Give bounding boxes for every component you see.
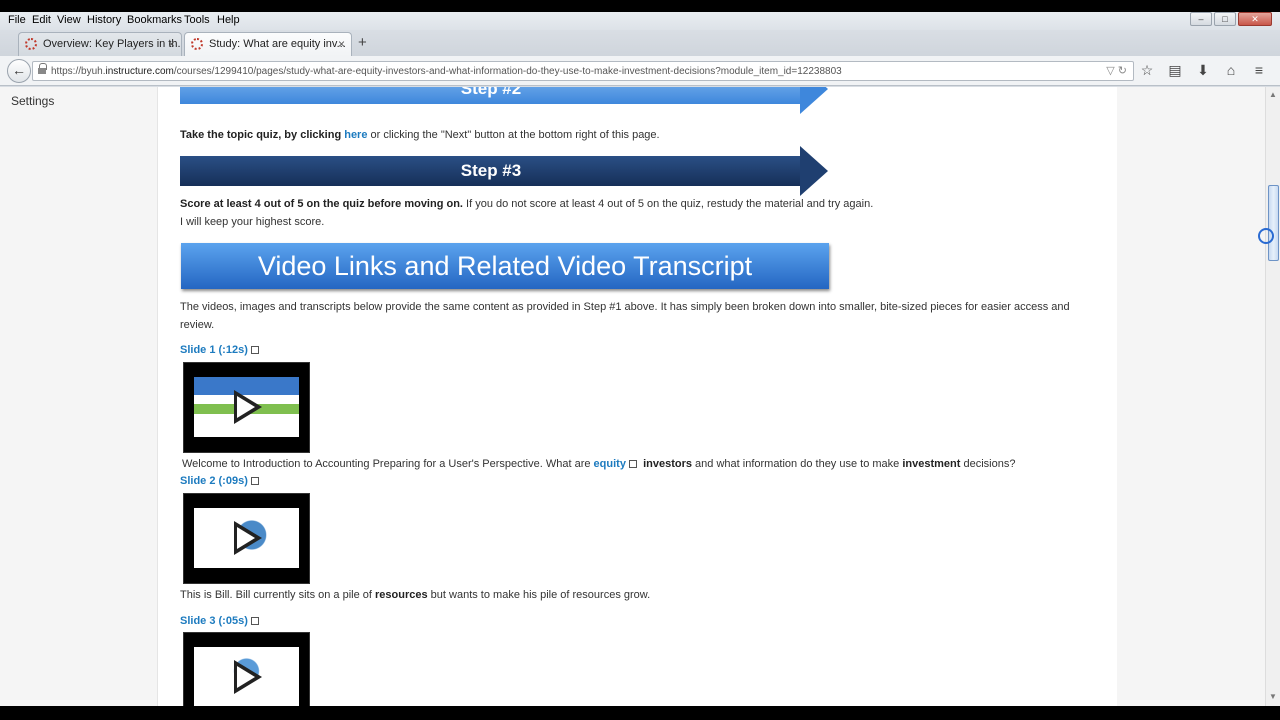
maximize-button[interactable]: □: [1214, 12, 1236, 26]
vertical-scrollbar[interactable]: ▲ ▼: [1265, 87, 1280, 706]
slide3-link[interactable]: Slide 3 (:05s): [180, 615, 259, 627]
step3-label: Step #3: [460, 161, 522, 180]
canvas-favicon-icon: [191, 38, 203, 50]
canvas-favicon-icon: [25, 38, 37, 50]
slide1-transcript: Welcome to Introduction to Accounting Pr…: [182, 458, 1016, 470]
minimize-button[interactable]: –: [1190, 12, 1212, 26]
right-margin: [1117, 87, 1265, 706]
bookmark-star-icon[interactable]: ☆: [1140, 62, 1154, 79]
back-button[interactable]: ←: [7, 59, 31, 83]
new-tab-button[interactable]: +: [358, 34, 367, 51]
hamburger-menu-icon[interactable]: ≡: [1252, 62, 1266, 79]
tab-overview[interactable]: Overview: Key Players in th... ×: [18, 32, 182, 56]
slide2-video-thumbnail[interactable]: [183, 493, 310, 584]
slide2-transcript: This is Bill. Bill currently sits on a p…: [180, 589, 651, 601]
slide1-video-thumbnail[interactable]: [183, 362, 310, 453]
tab-title: Study: What are equity inv...: [209, 38, 346, 50]
address-bar[interactable]: https://byuh.instructure.com/courses/129…: [32, 61, 1134, 81]
browser-window: File Edit View History Bookmarks Tools H…: [0, 12, 1280, 706]
quiz-instruction: Take the topic quiz, by clicking here or…: [180, 129, 660, 141]
menu-history[interactable]: History: [87, 14, 121, 26]
download-icon[interactable]: ⬇: [1196, 62, 1210, 79]
tab-title: Overview: Key Players in th...: [43, 38, 182, 50]
navigation-bar: ← https://byuh.instructure.com/courses/1…: [0, 56, 1280, 86]
sidebar-item-settings[interactable]: Settings: [11, 94, 54, 108]
quiz-here-link[interactable]: here: [344, 129, 367, 141]
intro-paragraph: The videos, images and transcripts below…: [180, 301, 1070, 331]
step2-label: Step #2: [460, 87, 522, 98]
video-links-header: Video Links and Related Video Transcript: [181, 243, 829, 289]
tab-study[interactable]: Study: What are equity inv... ×: [184, 32, 352, 56]
menu-bar: File Edit View History Bookmarks Tools H…: [0, 12, 1280, 30]
lock-icon: [38, 63, 47, 75]
slide2-link[interactable]: Slide 2 (:09s): [180, 475, 259, 487]
external-link-icon: [250, 617, 259, 625]
external-link-icon: [628, 460, 637, 468]
menu-file[interactable]: File: [8, 14, 26, 26]
menu-edit[interactable]: Edit: [32, 14, 51, 26]
external-link-icon: [250, 477, 259, 485]
menu-bookmarks[interactable]: Bookmarks: [127, 14, 182, 26]
reload-icon[interactable]: ▽ ↻: [1106, 64, 1127, 77]
equity-link[interactable]: equity: [594, 458, 637, 470]
url-text: https://byuh.instructure.com/courses/129…: [51, 66, 842, 77]
home-icon[interactable]: ⌂: [1224, 62, 1238, 79]
step3-banner: Step #3: [180, 146, 828, 196]
reading-list-icon[interactable]: ▤: [1168, 62, 1182, 79]
course-sidebar: Settings: [0, 87, 157, 706]
scroll-up-icon[interactable]: ▲: [1269, 90, 1277, 99]
menu-view[interactable]: View: [57, 14, 81, 26]
tab-close-icon[interactable]: ×: [168, 37, 175, 51]
step2-banner: Step #2: [180, 87, 828, 114]
page-viewport: Settings Step #2 Take the topic quiz, by…: [0, 87, 1280, 706]
menu-help[interactable]: Help: [217, 14, 240, 26]
scrollbar-thumb[interactable]: [1268, 185, 1279, 261]
cursor-icon: [1258, 228, 1274, 244]
tab-bar: Overview: Key Players in th... × Study: …: [0, 30, 1280, 56]
scroll-down-icon[interactable]: ▼: [1269, 692, 1277, 701]
slide3-video-thumbnail[interactable]: [183, 632, 310, 706]
external-link-icon: [250, 346, 259, 354]
close-window-button[interactable]: ✕: [1238, 12, 1272, 26]
menu-tools[interactable]: Tools: [184, 14, 210, 26]
slide1-link[interactable]: Slide 1 (:12s): [180, 344, 259, 356]
score-instruction: Score at least 4 out of 5 on the quiz be…: [180, 198, 874, 210]
score-note: I will keep your highest score.: [180, 216, 325, 228]
tab-close-icon[interactable]: ×: [338, 37, 345, 51]
